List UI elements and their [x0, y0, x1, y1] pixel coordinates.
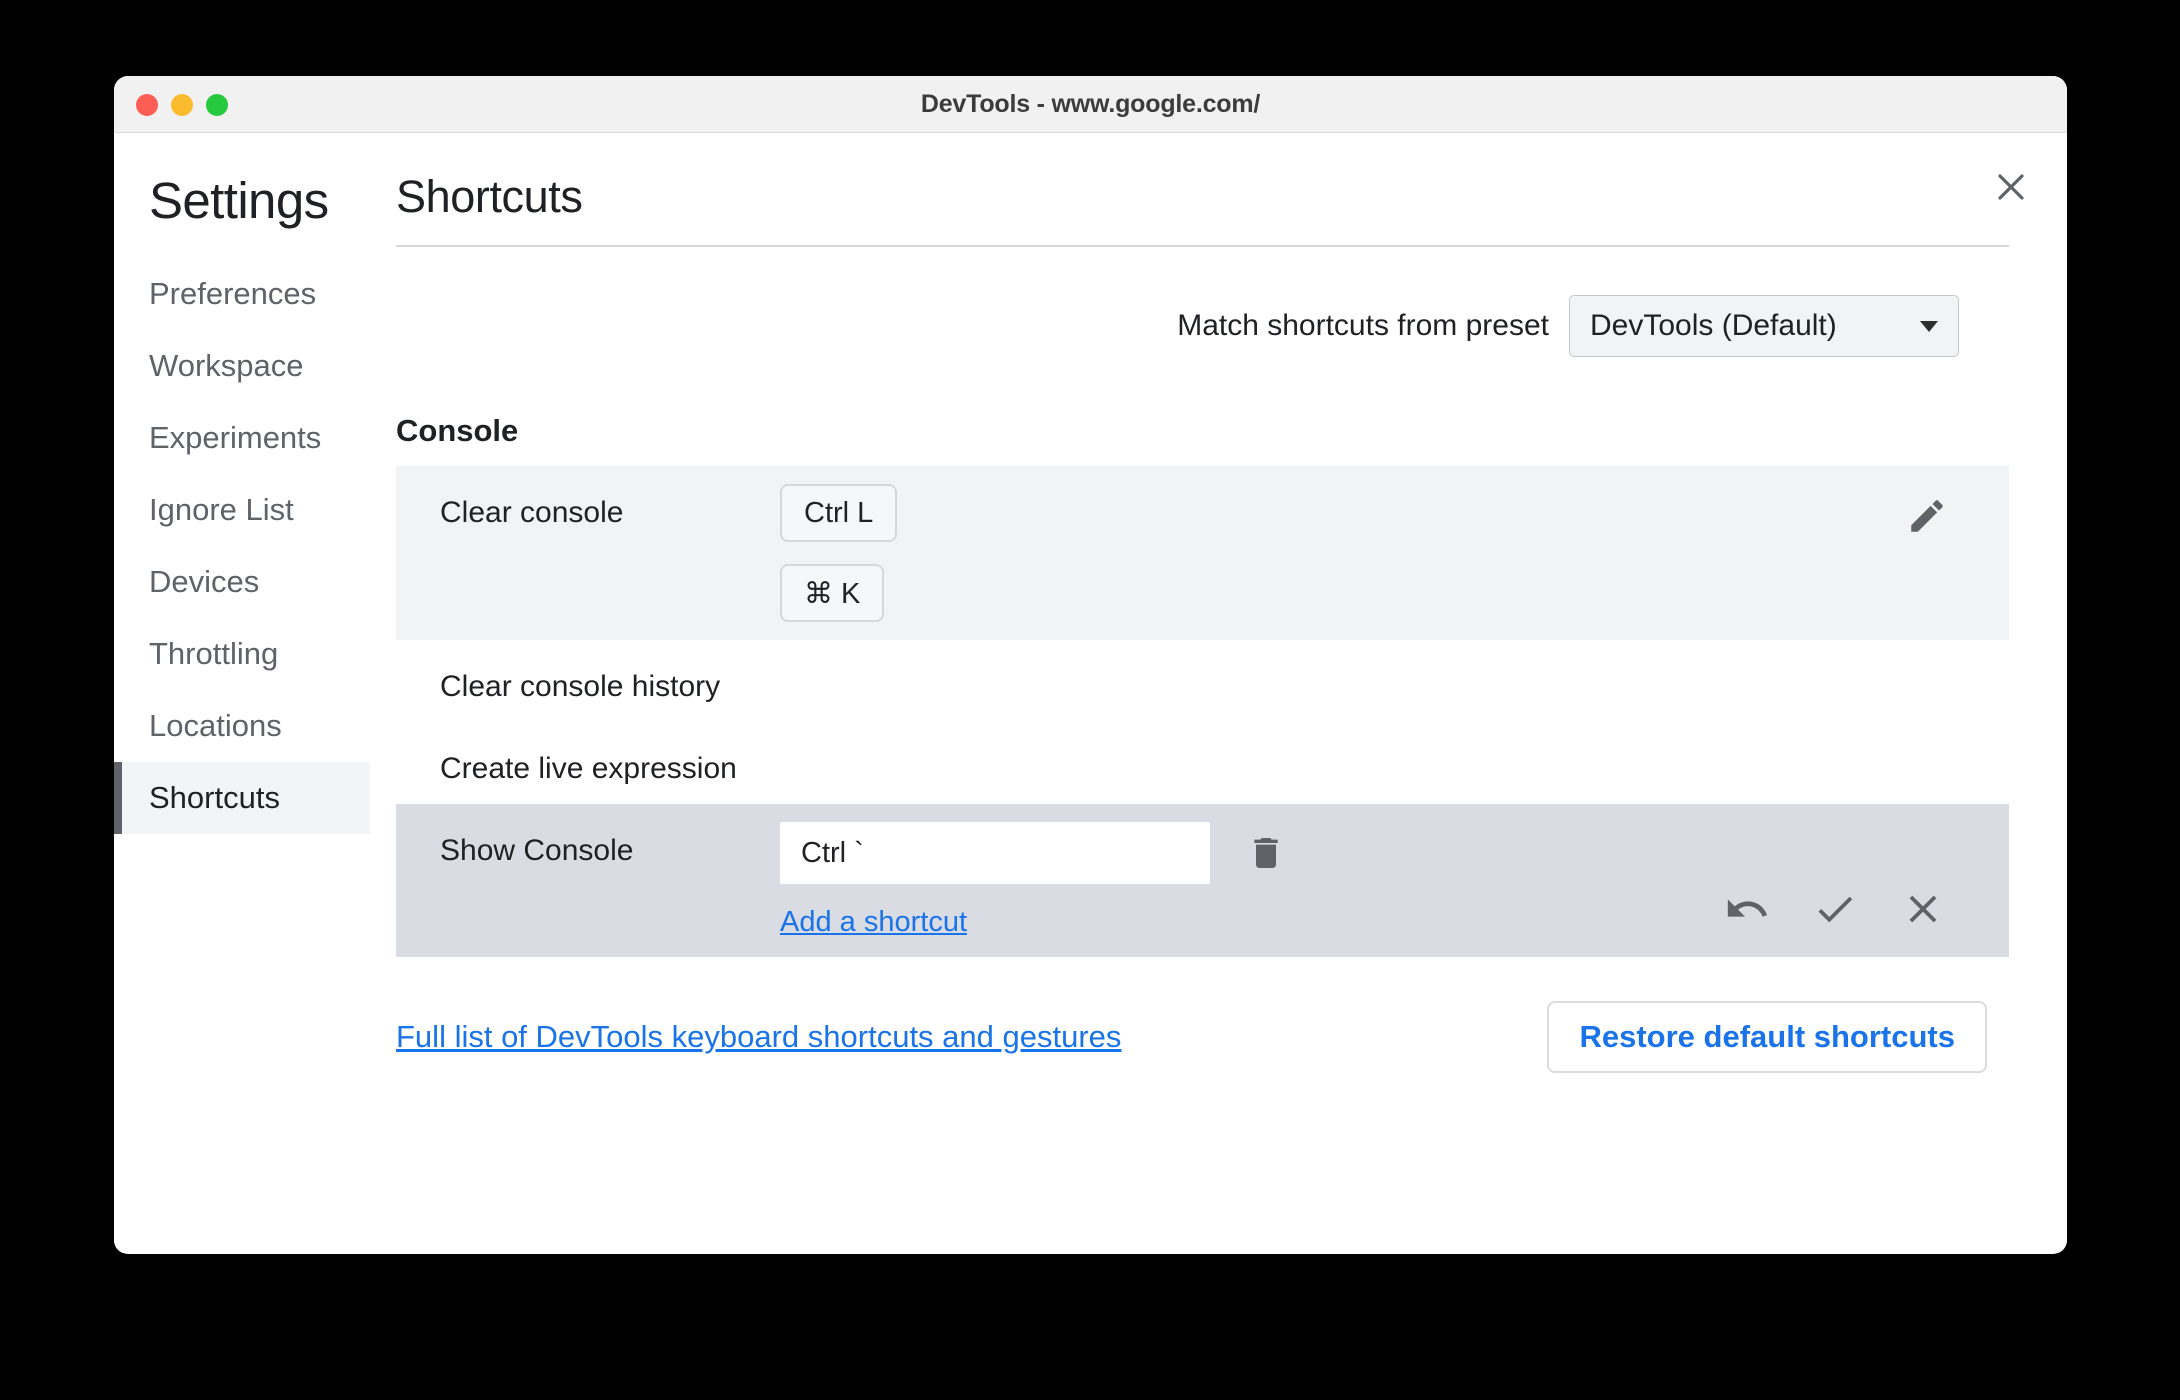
sidebar-item-label: Experiments — [149, 420, 322, 455]
screen-root: DevTools - www.google.com/ Settings Pref… — [0, 0, 2180, 1400]
settings-content: Shortcuts Match shortcuts from preset De… — [374, 133, 2067, 1253]
close-settings-button[interactable] — [1987, 163, 2035, 211]
edit-shortcut-button[interactable] — [1901, 490, 1953, 542]
undo-shortcut-button[interactable] — [1721, 883, 1773, 935]
key-chip: ⌘ K — [780, 564, 885, 622]
sidebar-item-label: Workspace — [149, 348, 304, 383]
add-shortcut-link[interactable]: Add a shortcut — [780, 906, 967, 939]
maximize-window-button[interactable] — [206, 93, 228, 116]
traffic-light-group — [136, 76, 228, 133]
shortcut-keys: Ctrl L ⌘ K — [780, 484, 2009, 622]
close-window-button[interactable] — [136, 93, 158, 116]
restore-default-shortcuts-button[interactable]: Restore default shortcuts — [1547, 1001, 1987, 1073]
sidebar-item-label: Throttling — [149, 636, 279, 671]
shortcut-edit-actions — [1721, 883, 1949, 935]
pencil-icon — [1911, 500, 1943, 532]
shortcut-input[interactable] — [780, 822, 1210, 884]
minimize-window-button[interactable] — [171, 93, 193, 116]
preset-row: Match shortcuts from preset DevTools (De… — [396, 295, 2009, 357]
preset-label: Match shortcuts from preset — [1177, 309, 1549, 342]
key-chip: Ctrl L — [780, 484, 898, 542]
sidebar-item-experiments[interactable]: Experiments — [114, 402, 374, 474]
sidebar-item-preferences[interactable]: Preferences — [114, 258, 374, 330]
cancel-icon — [1909, 895, 1937, 923]
sidebar-item-label: Locations — [149, 708, 282, 743]
sidebar-item-workspace[interactable]: Workspace — [114, 330, 374, 402]
confirm-shortcut-button[interactable] — [1809, 883, 1861, 935]
shortcut-row-show-console[interactable]: Show Console Add a shortcut — [396, 804, 2009, 957]
preset-select[interactable]: DevTools (Default) — [1569, 295, 1959, 357]
confirm-icon — [1818, 896, 1853, 923]
window-title: DevTools - www.google.com/ — [920, 89, 1261, 118]
sidebar-item-label: Shortcuts — [149, 780, 280, 815]
shortcut-name: Clear console — [440, 496, 624, 529]
delete-shortcut-button[interactable] — [1240, 827, 1292, 879]
undo-icon — [1727, 899, 1768, 917]
full-shortcuts-list-link[interactable]: Full list of DevTools keyboard shortcuts… — [396, 1019, 1121, 1055]
sidebar-item-shortcuts[interactable]: Shortcuts — [114, 762, 370, 834]
settings-heading: Settings — [149, 172, 329, 229]
shortcut-row-clear-console-history[interactable]: Clear console history — [396, 640, 2009, 722]
close-icon — [1998, 174, 2024, 200]
window-titlebar: DevTools - www.google.com/ — [114, 76, 2067, 133]
devtools-window: DevTools - www.google.com/ Settings Pref… — [114, 76, 2067, 1254]
settings-footer: Full list of DevTools keyboard shortcuts… — [396, 1001, 2009, 1073]
shortcut-row-create-live-expression[interactable]: Create live expression — [396, 722, 2009, 804]
sidebar-item-throttling[interactable]: Throttling — [114, 618, 374, 690]
preset-selected-value: DevTools (Default) — [1590, 309, 1837, 342]
sidebar-item-label: Preferences — [149, 276, 317, 311]
chevron-down-icon — [1920, 320, 1938, 332]
sidebar-item-label: Devices — [149, 564, 260, 599]
sidebar-item-label: Ignore List — [149, 492, 294, 527]
page-title: Shortcuts — [396, 171, 583, 222]
shortcut-group-title: Console — [396, 413, 519, 448]
sidebar-item-ignore-list[interactable]: Ignore List — [114, 474, 374, 546]
shortcut-row-clear-console[interactable]: Clear console Ctrl L ⌘ K — [396, 466, 2009, 640]
settings-sidebar: Settings Preferences Workspace Experimen… — [114, 133, 374, 1253]
shortcut-name: Clear console history — [440, 670, 721, 703]
shortcut-list: Clear console Ctrl L ⌘ K Clear console h… — [396, 466, 2009, 957]
title-divider — [396, 245, 2009, 247]
shortcut-name: Show Console — [440, 834, 634, 867]
trash-icon — [1254, 838, 1278, 868]
shortcut-row-actions — [1901, 490, 1953, 542]
sidebar-item-locations[interactable]: Locations — [114, 690, 374, 762]
settings-body: Settings Preferences Workspace Experimen… — [114, 133, 2067, 1253]
cancel-shortcut-button[interactable] — [1897, 883, 1949, 935]
sidebar-item-devices[interactable]: Devices — [114, 546, 374, 618]
shortcut-edit-line — [780, 822, 2009, 884]
shortcut-name: Create live expression — [440, 752, 737, 785]
